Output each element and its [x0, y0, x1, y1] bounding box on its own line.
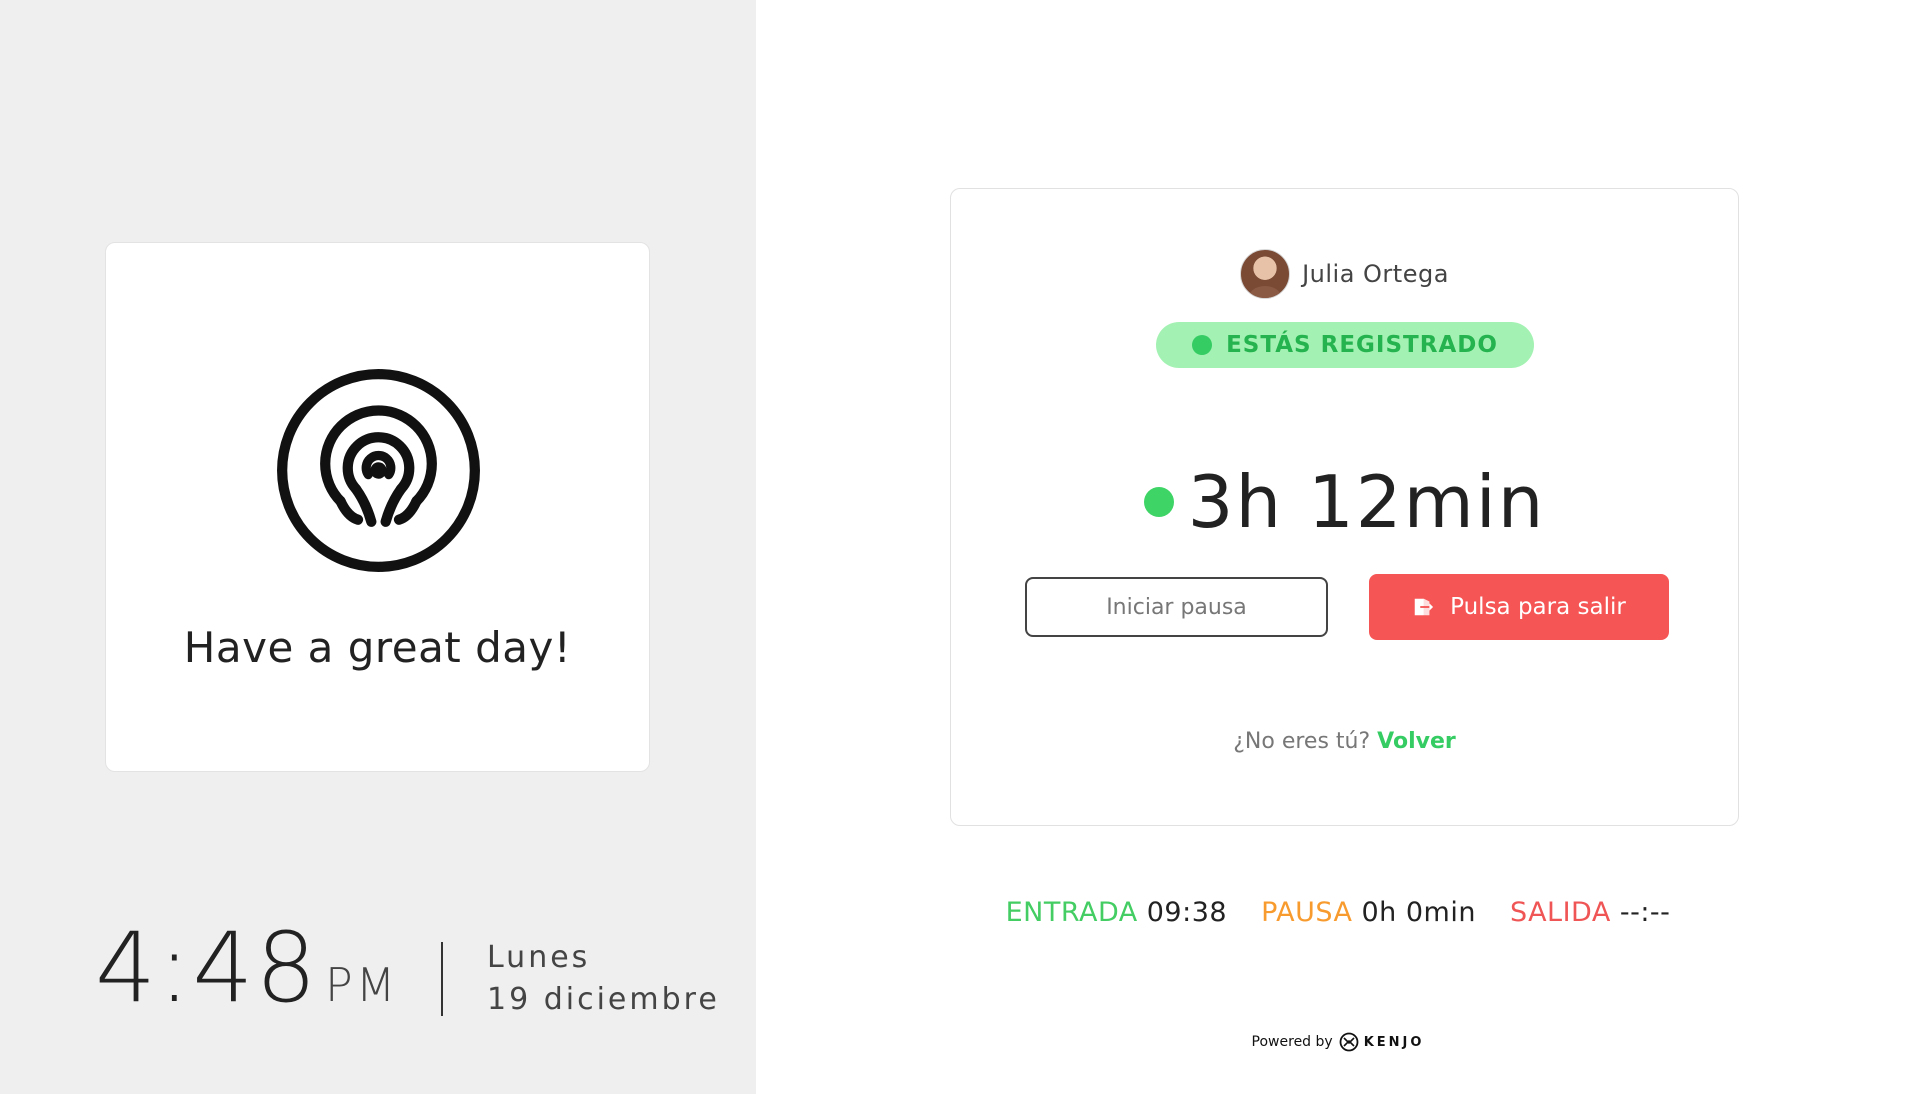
summary-entrada: ENTRADA 09:38: [1006, 897, 1227, 928]
clock-date: 19 diciembre: [487, 982, 720, 1017]
clock-divider: [441, 942, 443, 1016]
active-timer-dot-icon: [1143, 487, 1174, 517]
status-dot-icon: [1192, 335, 1213, 355]
kenjo-brand-text: KENJO: [1363, 1034, 1425, 1050]
user-row: Julia Ortega: [951, 249, 1738, 299]
not-you-text: ¿No eres tú?: [1233, 729, 1371, 754]
right-panel: Julia Ortega ESTÁS REGISTRADO 3h 12min I…: [756, 0, 1920, 1094]
powered-by-footer: Powered by KENJO: [756, 1032, 1920, 1052]
kenjo-logo-icon: [1339, 1032, 1359, 1052]
greeting-text: Have a great day!: [183, 623, 572, 672]
salida-value: --:--: [1619, 897, 1671, 928]
clock-time: 4:48: [95, 912, 319, 1024]
worked-time-display: 3h 12min: [951, 459, 1738, 545]
status-card: Julia Ortega ESTÁS REGISTRADO 3h 12min I…: [950, 188, 1739, 826]
start-pause-button[interactable]: Iniciar pausa: [1025, 577, 1328, 637]
kenjo-brand: KENJO: [1339, 1032, 1425, 1052]
attendance-summary: ENTRADA 09:38 PAUSA 0h 0min SALIDA --:--: [756, 897, 1920, 928]
clock-out-label: Pulsa para salir: [1450, 594, 1626, 620]
exit-door-icon: [1414, 598, 1434, 616]
salida-label: SALIDA: [1509, 897, 1611, 928]
user-avatar: [1240, 249, 1291, 299]
back-link[interactable]: Volver: [1377, 729, 1456, 754]
clock-out-button[interactable]: Pulsa para salir: [1369, 574, 1669, 640]
entrada-label: ENTRADA: [1005, 897, 1138, 928]
not-you-row: ¿No eres tú? Volver: [951, 729, 1738, 754]
labyrinth-logo-icon: [277, 369, 480, 572]
greeting-card: Have a great day!: [105, 242, 650, 772]
pausa-label: PAUSA: [1261, 897, 1353, 928]
clock-day: Lunes: [487, 940, 591, 975]
clock-ampm: PM: [325, 958, 399, 1012]
start-pause-label: Iniciar pausa: [1106, 594, 1247, 620]
powered-by-text: Powered by: [1251, 1034, 1333, 1050]
status-badge-label: ESTÁS REGISTRADO: [1226, 332, 1498, 358]
summary-salida: SALIDA --:--: [1510, 897, 1670, 928]
registered-status-badge: ESTÁS REGISTRADO: [1156, 322, 1534, 368]
pausa-value: 0h 0min: [1361, 897, 1476, 928]
user-name: Julia Ortega: [1302, 260, 1449, 288]
entrada-value: 09:38: [1146, 897, 1228, 928]
worked-time-value: 3h 12min: [1187, 460, 1546, 544]
summary-pausa: PAUSA 0h 0min: [1261, 897, 1476, 928]
left-panel: Have a great day! 4:48 PM Lunes 19 dicie…: [0, 0, 756, 1094]
